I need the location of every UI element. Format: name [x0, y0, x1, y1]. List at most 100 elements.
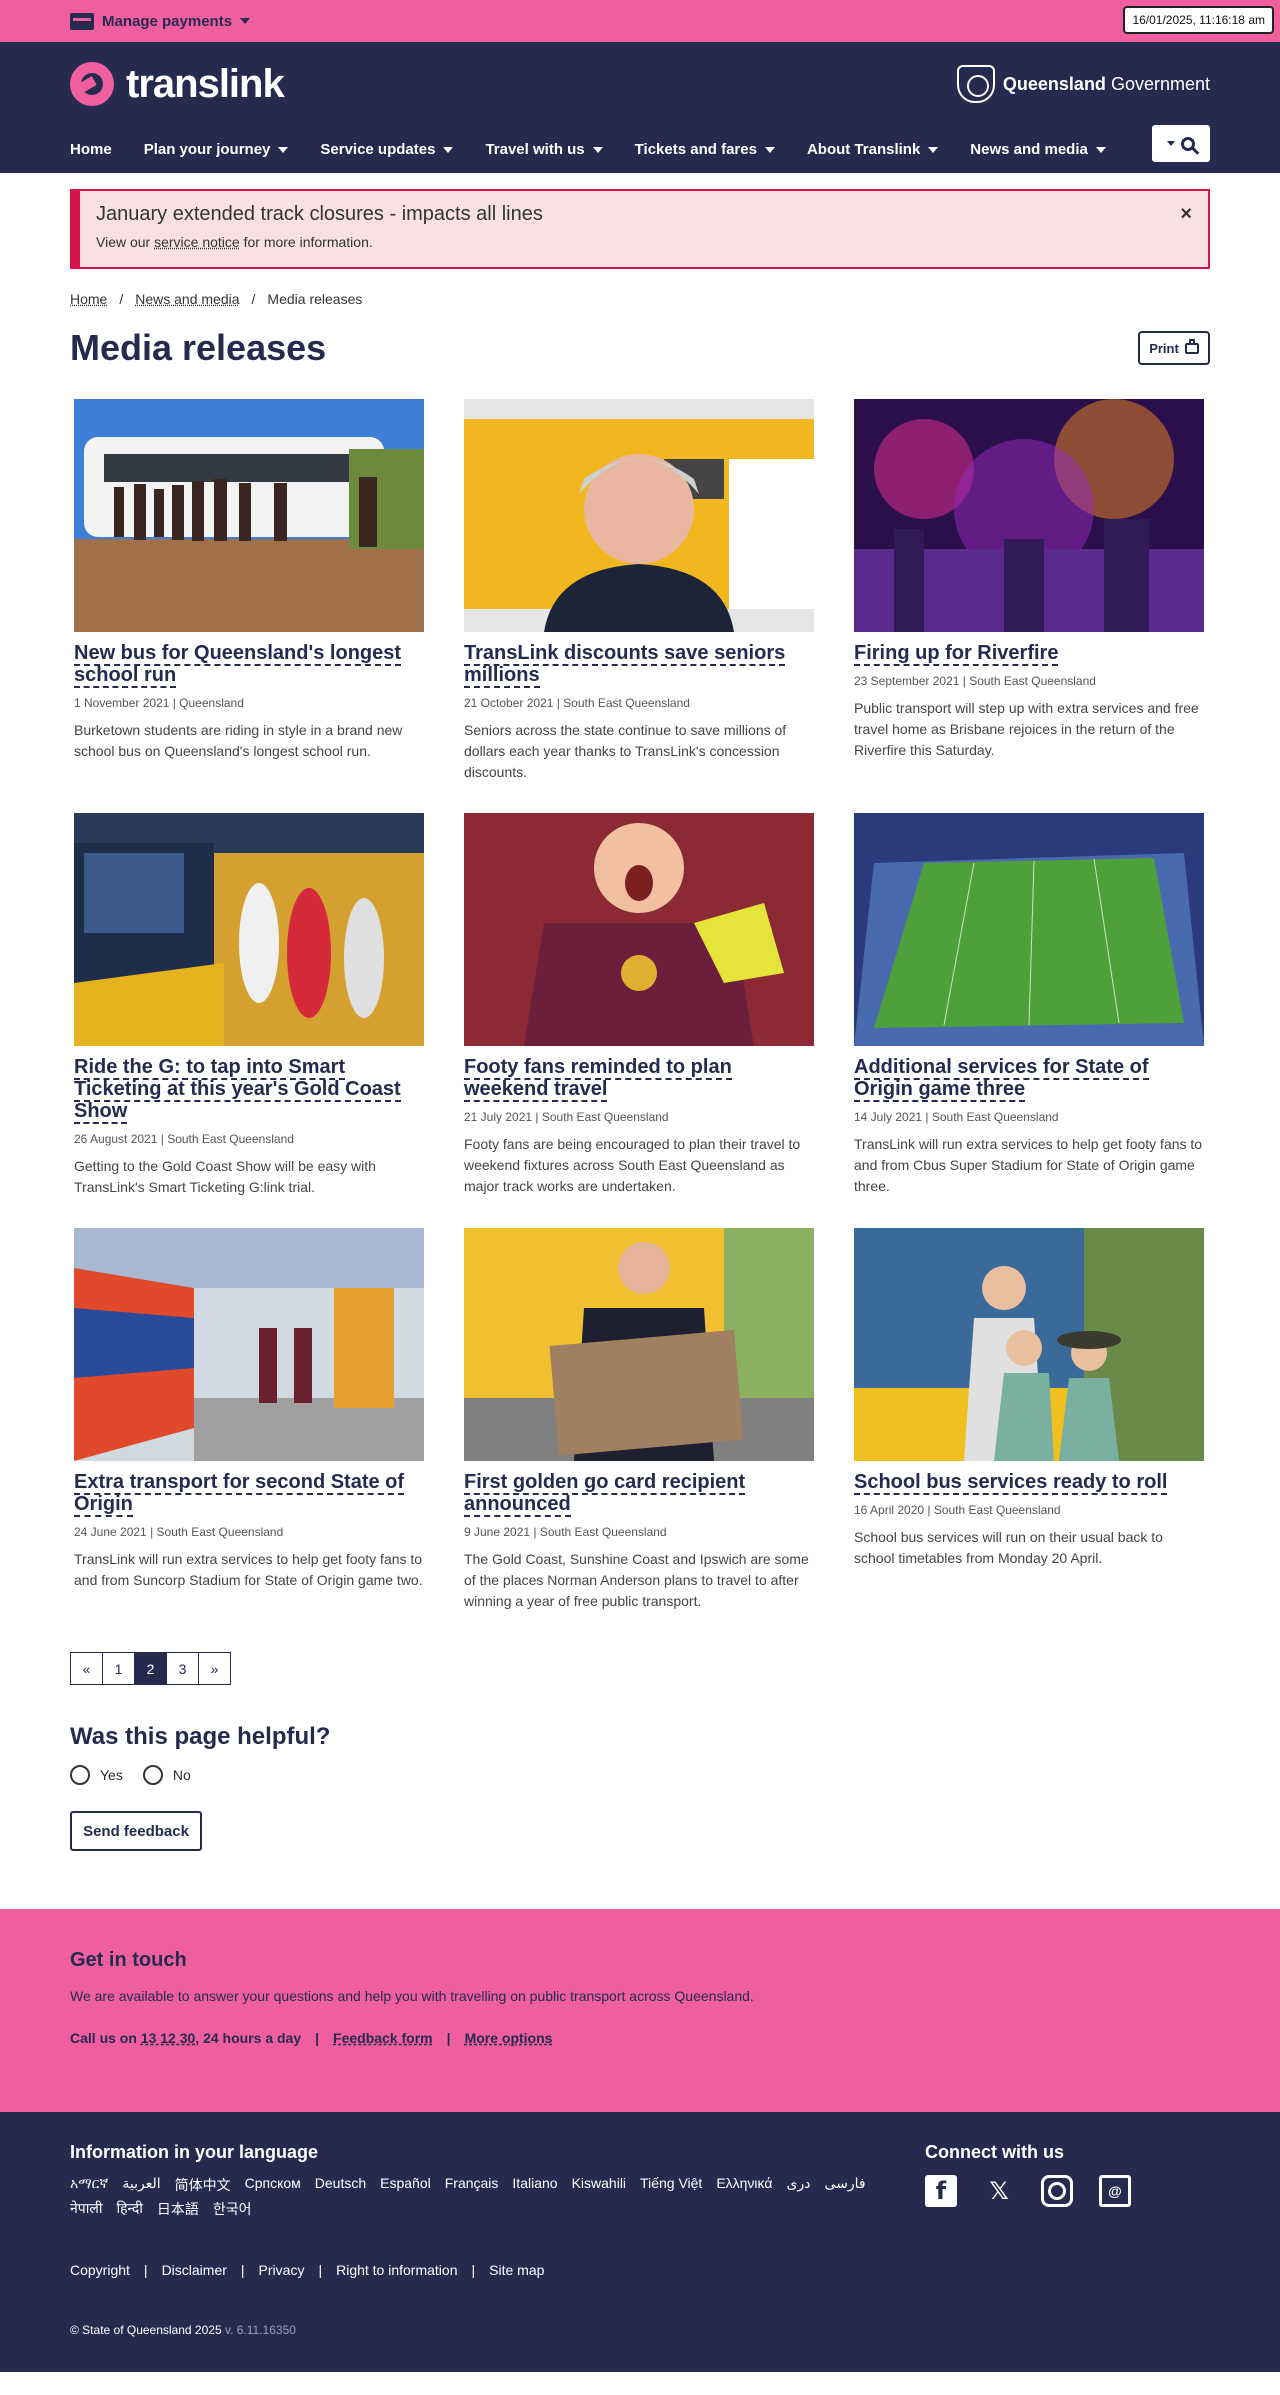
card-image-riverfire[interactable]: [854, 399, 1204, 632]
card-image-go-card[interactable]: [464, 1228, 814, 1461]
nav-service-updates[interactable]: Service updates: [320, 133, 454, 167]
card-image-stadium[interactable]: [854, 813, 1204, 1046]
crest-icon: [956, 65, 995, 103]
nav-plan-your-journey[interactable]: Plan your journey: [144, 133, 289, 167]
phone-link[interactable]: 13 12 30: [141, 2030, 196, 2046]
card-meta: 26 August 2021 | South East Queensland: [74, 1132, 294, 1146]
separator: |: [446, 2030, 451, 2046]
media-release-card: Ride the G: to tap into Smart Ticketing …: [74, 813, 424, 1198]
copyright-link[interactable]: Copyright: [70, 2262, 130, 2278]
print-button[interactable]: Print: [1138, 331, 1210, 365]
service-alert: January extended track closures - impact…: [70, 189, 1210, 269]
language-link[interactable]: Italiano: [512, 2175, 557, 2195]
card-image-glink[interactable]: [74, 813, 424, 1046]
breadcrumb-news-and-media[interactable]: News and media: [135, 291, 239, 307]
card-description: School bus services will run on their us…: [854, 1529, 1163, 1566]
language-link[interactable]: Kiswahili: [572, 2175, 626, 2195]
card-image-school-children[interactable]: [854, 1228, 1204, 1461]
card-image-school-bus[interactable]: [74, 399, 424, 632]
language-link[interactable]: Tiếng Việt: [640, 2175, 702, 2195]
card-description: Getting to the Gold Coast Show will be e…: [74, 1158, 376, 1195]
pagination: « 1 2 3 »: [70, 1652, 1210, 1685]
email-icon[interactable]: @: [1099, 2175, 1131, 2207]
language-link[interactable]: دری: [786, 2175, 810, 2195]
separator: |: [240, 2262, 245, 2278]
language-link[interactable]: 日本語: [157, 2199, 199, 2219]
send-feedback-button[interactable]: Send feedback: [70, 1811, 202, 1851]
card-title-link[interactable]: Footy fans reminded to plan weekend trav…: [464, 1056, 732, 1102]
nav-label: About Translink: [806, 141, 921, 158]
queensland-government-logo[interactable]: Queensland Government: [956, 65, 1210, 103]
nav-about-translink[interactable]: About Translink: [806, 133, 939, 167]
right-to-information-link[interactable]: Right to information: [336, 2262, 457, 2278]
pagination-page-3[interactable]: 3: [166, 1652, 199, 1685]
language-link[interactable]: 简体中文: [175, 2175, 231, 2195]
language-link[interactable]: فارسی: [824, 2175, 865, 2195]
card-title-link[interactable]: TransLink discounts save seniors million…: [464, 642, 786, 688]
language-link[interactable]: العربية: [122, 2175, 160, 2195]
yes-radio[interactable]: [70, 1765, 90, 1785]
breadcrumb-home[interactable]: Home: [70, 291, 107, 307]
card-image-train-platform[interactable]: [74, 1228, 424, 1461]
close-icon[interactable]: ×: [1180, 203, 1192, 226]
x-icon[interactable]: 𝕏: [983, 2175, 1015, 2207]
separator: |: [143, 2262, 148, 2278]
pagination-page-1[interactable]: 1: [102, 1652, 135, 1685]
nav-tickets-and-fares[interactable]: Tickets and fares: [635, 133, 775, 167]
pagination-page-2-current[interactable]: 2: [134, 1652, 167, 1685]
chevron-down-icon: [240, 18, 251, 24]
card-meta: 23 September 2021 | South East Queenslan…: [854, 674, 1096, 688]
manage-payments-label: Manage payments: [102, 12, 233, 30]
language-list: አማርኛ العربية 简体中文 Српском Deutsch Españo…: [70, 2175, 890, 2219]
media-release-card: First golden go card recipient announced…: [464, 1228, 814, 1612]
language-link[interactable]: Српском: [245, 2175, 301, 2195]
card-title-link[interactable]: Extra transport for second State of Orig…: [74, 1471, 405, 1517]
card-title-link[interactable]: First golden go card recipient announced: [464, 1471, 746, 1517]
helpful-question: Was this page helpful?: [70, 1723, 331, 1750]
facebook-icon[interactable]: f: [925, 2175, 957, 2207]
language-link[interactable]: Français: [445, 2175, 499, 2195]
pagination-first[interactable]: «: [70, 1652, 103, 1685]
card-title-link[interactable]: School bus services ready to roll: [854, 1471, 1168, 1495]
no-radio[interactable]: [142, 1765, 163, 1785]
feedback-form-link[interactable]: Feedback form: [333, 2030, 433, 2046]
card-meta: 16 April 2020 | South East Queensland: [854, 1503, 1061, 1517]
privacy-link[interactable]: Privacy: [259, 2262, 305, 2278]
card-title-link[interactable]: New bus for Queensland's longest school …: [74, 642, 402, 688]
service-notice-link[interactable]: service notice: [154, 234, 240, 250]
language-link[interactable]: Español: [380, 2175, 431, 2195]
pagination-last[interactable]: »: [198, 1652, 231, 1685]
instagram-icon[interactable]: [1041, 2175, 1073, 2207]
chevron-down-icon: [592, 146, 603, 153]
site-map-link[interactable]: Site map: [489, 2262, 544, 2278]
card-title-link[interactable]: Firing up for Riverfire: [854, 642, 1059, 666]
language-link[interactable]: 한국어: [213, 2199, 252, 2219]
media-release-card: Additional services for State of Origin …: [854, 813, 1204, 1198]
language-link[interactable]: नेपाली: [70, 2199, 102, 2219]
chevron-down-icon: [443, 146, 454, 153]
card-image-footy-fan[interactable]: [464, 813, 814, 1046]
language-link[interactable]: Deutsch: [315, 2175, 366, 2195]
language-link[interactable]: हिन्दी: [116, 2199, 142, 2219]
card-title-link[interactable]: Ride the G: to tap into Smart Ticketing …: [74, 1056, 401, 1124]
nav-travel-with-us[interactable]: Travel with us: [485, 133, 603, 167]
alert-text-after: for more information.: [243, 234, 373, 250]
nav-home[interactable]: Home: [70, 133, 112, 167]
manage-payments-menu[interactable]: Manage payments: [70, 12, 251, 30]
language-title: Information in your language: [70, 2142, 319, 2162]
breadcrumb-separator: /: [119, 291, 124, 307]
feedback-section: Was this page helpful? Yes No Send feedb…: [70, 1723, 1210, 1851]
search-button[interactable]: [1152, 125, 1210, 162]
card-image-senior[interactable]: [464, 399, 814, 632]
media-release-card: School bus services ready to roll 16 Apr…: [854, 1228, 1204, 1612]
translink-logo[interactable]: translink: [70, 62, 285, 107]
separator: |: [318, 2262, 323, 2278]
card-meta: 1 November 2021 | Queensland: [74, 696, 244, 710]
language-link[interactable]: አማርኛ: [70, 2175, 108, 2195]
language-link[interactable]: Ελληνικά: [716, 2175, 772, 2195]
nav-news-and-media[interactable]: News and media: [970, 133, 1106, 167]
more-options-link[interactable]: More options: [465, 2030, 553, 2046]
card-title-link[interactable]: Additional services for State of Origin …: [854, 1056, 1149, 1102]
gov-regular: Government: [1110, 73, 1210, 94]
disclaimer-link[interactable]: Disclaimer: [162, 2262, 227, 2278]
